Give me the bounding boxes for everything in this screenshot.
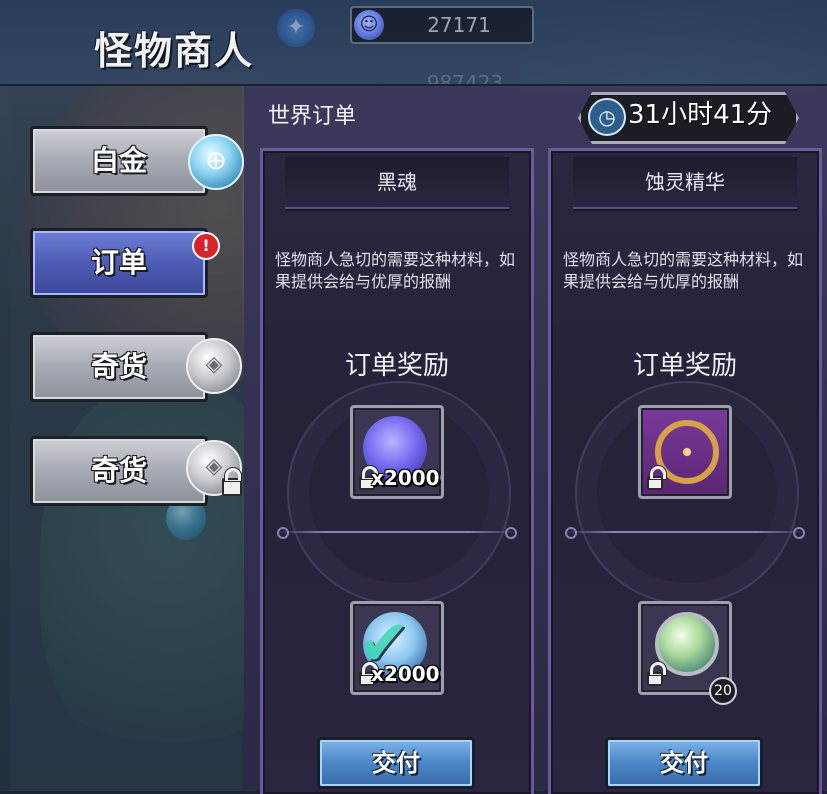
sidebar-item-curio-locked[interactable]: 奇货 <box>30 436 208 506</box>
page-title: 怪物商人 <box>94 29 255 73</box>
platinum-coin-icon: ⊕ <box>188 134 244 190</box>
order-card-dark-soul: 黑魂 怪物商人急切的需要这种材料，如果提供会给与优厚的报酬 订单奖励 x2000… <box>260 148 534 794</box>
order-name: 黑魂 <box>377 170 417 194</box>
lock-icon <box>222 468 242 496</box>
deliver-button[interactable]: 交付 <box>317 737 475 789</box>
sidebar-item-label: 奇货 <box>90 350 147 383</box>
sidebar-item-label: 白金 <box>90 144 147 177</box>
stopwatch-icon: ◷ <box>588 98 626 136</box>
reward-count: x20000 <box>371 466 441 490</box>
panel-title: 世界订单 <box>268 104 357 129</box>
currency-display: ☺ 27171 <box>350 6 534 44</box>
lock-icon <box>647 662 666 686</box>
reward-count: x20000 <box>371 662 441 686</box>
reward-title: 订单奖励 <box>632 351 737 381</box>
reward-slot[interactable] <box>638 405 732 499</box>
header-bar: 怪物商人 ✦ ☺ 27171 987423 <box>0 0 827 86</box>
sidebar-item-platinum[interactable]: 白金 <box>30 126 208 196</box>
world-orders-panel: 世界订单 ◷ 31小时41分 黑魂 怪物商人急切的需要这种材料，如果提供会给与优… <box>244 86 827 794</box>
countdown-timer: ◷ 31小时41分 <box>578 92 793 138</box>
order-description: 怪物商人急切的需要这种材料，如果提供会给与优厚的报酬 <box>563 250 804 291</box>
sidebar-item-orders[interactable]: 订单 <box>30 228 208 298</box>
exclamation-badge-icon: ! <box>192 232 220 260</box>
order-description: 怪物商人急切的需要这种材料，如果提供会给与优厚的报酬 <box>275 250 516 291</box>
sidebar-item-label: 奇货 <box>90 454 147 487</box>
order-name: 蚀灵精华 <box>645 170 725 194</box>
sidebar-item-label: 订单 <box>90 246 147 279</box>
silver-coin-icon: ◈ <box>186 338 242 394</box>
divider <box>565 527 805 539</box>
reward-slot[interactable]: x20000 <box>350 405 444 499</box>
sidebar-item-curio[interactable]: 奇货 <box>30 332 208 402</box>
energy-icon: ✦ <box>274 6 318 50</box>
soul-coin-icon: ☺ <box>354 10 384 40</box>
order-name-bar: 黑魂 <box>285 157 509 209</box>
order-name-bar: 蚀灵精华 <box>573 157 797 209</box>
divider <box>277 527 517 539</box>
secondary-currency-value: 987423 <box>426 71 504 84</box>
deliver-button[interactable]: 交付 <box>605 737 763 789</box>
reward-slot[interactable]: ✔ x20000 <box>350 601 444 695</box>
reward-count-badge: 20 <box>709 677 737 705</box>
order-card-spirit-essence: 蚀灵精华 怪物商人急切的需要这种材料，如果提供会给与优厚的报酬 订单奖励 20 … <box>548 148 822 794</box>
reward-title: 订单奖励 <box>344 351 449 381</box>
timer-text: 31小时41分 <box>628 100 773 130</box>
currency-value: 27171 <box>427 13 491 37</box>
lock-icon <box>647 466 666 490</box>
